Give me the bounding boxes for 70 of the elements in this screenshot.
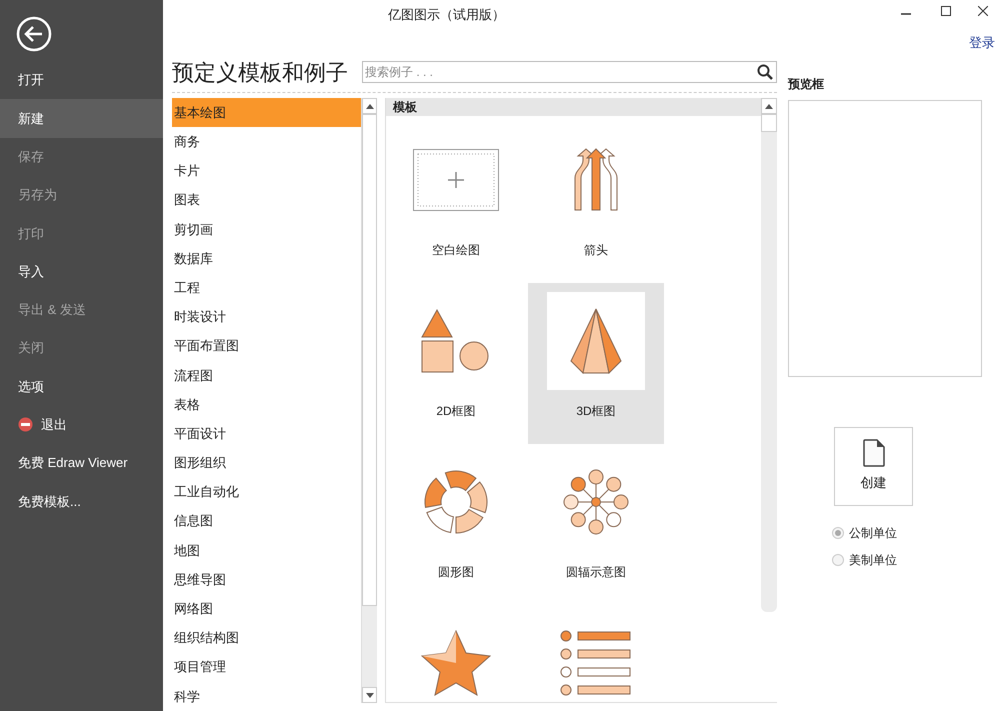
- sidebar-item[interactable]: 打开: [0, 61, 163, 100]
- category-item[interactable]: 时装设计: [172, 302, 361, 332]
- template-tile[interactable]: 3D框图: [528, 283, 664, 444]
- login-link[interactable]: 登录: [969, 33, 995, 52]
- category-item[interactable]: 图表: [172, 186, 361, 215]
- page-heading: 预定义模板和例子: [172, 58, 348, 86]
- category-item[interactable]: 工程: [172, 273, 361, 302]
- template-tile[interactable]: 圆形图: [388, 444, 524, 605]
- close-icon: [978, 6, 988, 16]
- list-icon: [560, 630, 632, 696]
- category-item[interactable]: 表格: [172, 390, 361, 420]
- category-item[interactable]: 思维导图: [172, 565, 361, 594]
- sidebar-item[interactable]: 免费 Edraw Viewer: [0, 444, 163, 482]
- scrollbar[interactable]: [361, 98, 377, 703]
- scroll-thumb[interactable]: [761, 114, 777, 132]
- stop-icon: [18, 417, 33, 432]
- category-item[interactable]: 平面设计: [172, 419, 361, 448]
- maximize-icon: [941, 6, 951, 16]
- template-label: 3D框图: [576, 403, 616, 420]
- category-item[interactable]: 流程图: [172, 360, 361, 390]
- category-item[interactable]: 信息图: [172, 506, 361, 536]
- category-item[interactable]: 基本绘图: [172, 98, 361, 128]
- scrollbar[interactable]: [761, 98, 777, 612]
- category-item[interactable]: 平面布置图: [172, 332, 361, 361]
- sidebar-item[interactable]: 免费模板...: [0, 482, 163, 521]
- shapes-icon: [421, 308, 491, 374]
- category-item[interactable]: 商务: [172, 127, 361, 156]
- sidebar-item[interactable]: 导入: [0, 252, 163, 291]
- preview-label: 预览框: [788, 76, 825, 92]
- category-item[interactable]: 组织结构图: [172, 623, 361, 653]
- scroll-up-icon[interactable]: [366, 104, 374, 108]
- template-tile[interactable]: 2D框图: [388, 283, 524, 444]
- template-label: 2D框图: [436, 403, 476, 420]
- unit-radio[interactable]: 美制单位: [832, 550, 995, 568]
- document-icon: [862, 439, 884, 468]
- unit-radio[interactable]: 公制单位: [832, 524, 995, 542]
- back-button[interactable]: [16, 16, 52, 52]
- scroll-thumb[interactable]: [362, 114, 377, 606]
- scroll-down-icon[interactable]: [366, 692, 374, 698]
- category-item[interactable]: 地图: [172, 536, 361, 565]
- template-label: 空白绘图: [432, 242, 480, 259]
- minimize-icon: [901, 13, 911, 15]
- category-item[interactable]: 网络图: [172, 594, 361, 624]
- template-label: 圆辐示意图: [566, 564, 626, 581]
- category-item[interactable]: 数据库: [172, 244, 361, 274]
- category-item[interactable]: 剪切画: [172, 214, 361, 244]
- category-item[interactable]: 项目管理: [172, 652, 361, 682]
- scroll-up-icon[interactable]: [765, 104, 773, 108]
- search-icon[interactable]: [757, 64, 773, 80]
- category-item[interactable]: 工业自动化: [172, 477, 361, 507]
- category-item[interactable]: 科学: [172, 682, 361, 711]
- sidebar-item[interactable]: 退出: [0, 406, 163, 444]
- template-label: 圆形图: [438, 564, 474, 581]
- sidebar-item[interactable]: 选项: [0, 367, 163, 406]
- sidebar-item[interactable]: 新建: [0, 99, 163, 138]
- window-title: 亿图图示（试用版）: [388, 6, 505, 24]
- template-tile[interactable]: 箭头: [528, 122, 664, 283]
- blank-page-icon: [413, 149, 499, 211]
- radial-diagram-icon: [562, 469, 630, 535]
- search-field[interactable]: 搜索例子 . . .: [362, 61, 777, 83]
- template-tile[interactable]: 圆辐示意图: [528, 444, 664, 605]
- panel-header: 模板: [386, 98, 761, 116]
- pyramid-icon: [570, 308, 622, 374]
- ring-chart-icon: [423, 469, 489, 535]
- template-label: 箭头: [584, 242, 608, 259]
- category-item[interactable]: 卡片: [172, 156, 361, 186]
- template-tile[interactable]: 空白绘图: [388, 122, 524, 283]
- category-item[interactable]: 图形组织: [172, 448, 361, 478]
- star-icon: [421, 630, 491, 696]
- create-button[interactable]: 创建: [834, 426, 913, 506]
